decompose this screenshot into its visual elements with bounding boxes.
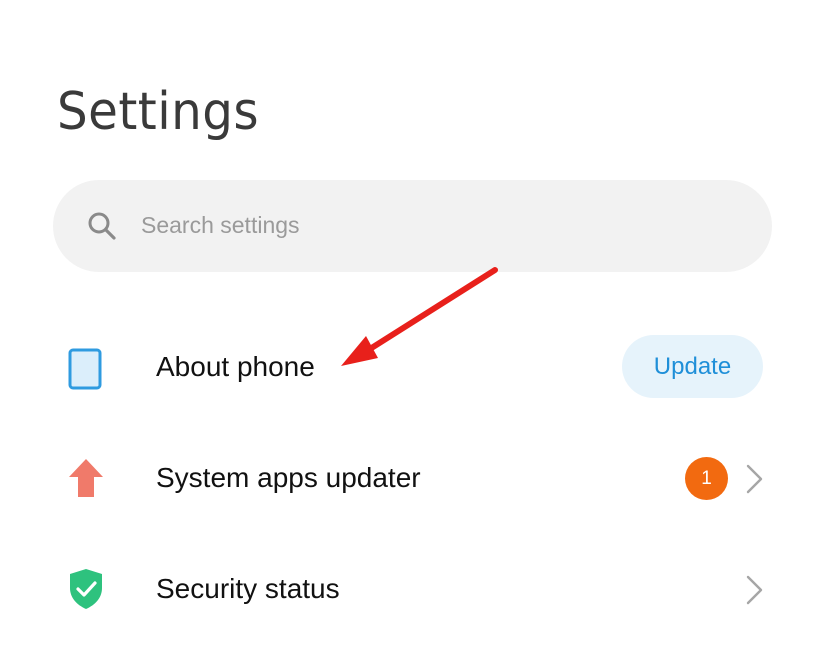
- update-count-badge: 1: [685, 457, 728, 500]
- phone-outline-icon: [68, 348, 102, 390]
- up-arrow-icon: [69, 459, 103, 497]
- search-icon[interactable]: [86, 210, 118, 242]
- search-input[interactable]: Search settings: [141, 212, 300, 239]
- row-label-security-status: Security status: [156, 573, 340, 604]
- chevron-right-icon: [746, 575, 763, 605]
- chevron-right-icon: [746, 464, 763, 494]
- page-title: Settings: [57, 82, 260, 142]
- update-button[interactable]: Update: [622, 335, 763, 398]
- row-label-system-apps-updater: System apps updater: [156, 462, 421, 493]
- shield-check-icon: [70, 569, 102, 609]
- settings-row-security-status[interactable]: Security status: [0, 535, 825, 645]
- row-label-about-phone: About phone: [156, 351, 315, 382]
